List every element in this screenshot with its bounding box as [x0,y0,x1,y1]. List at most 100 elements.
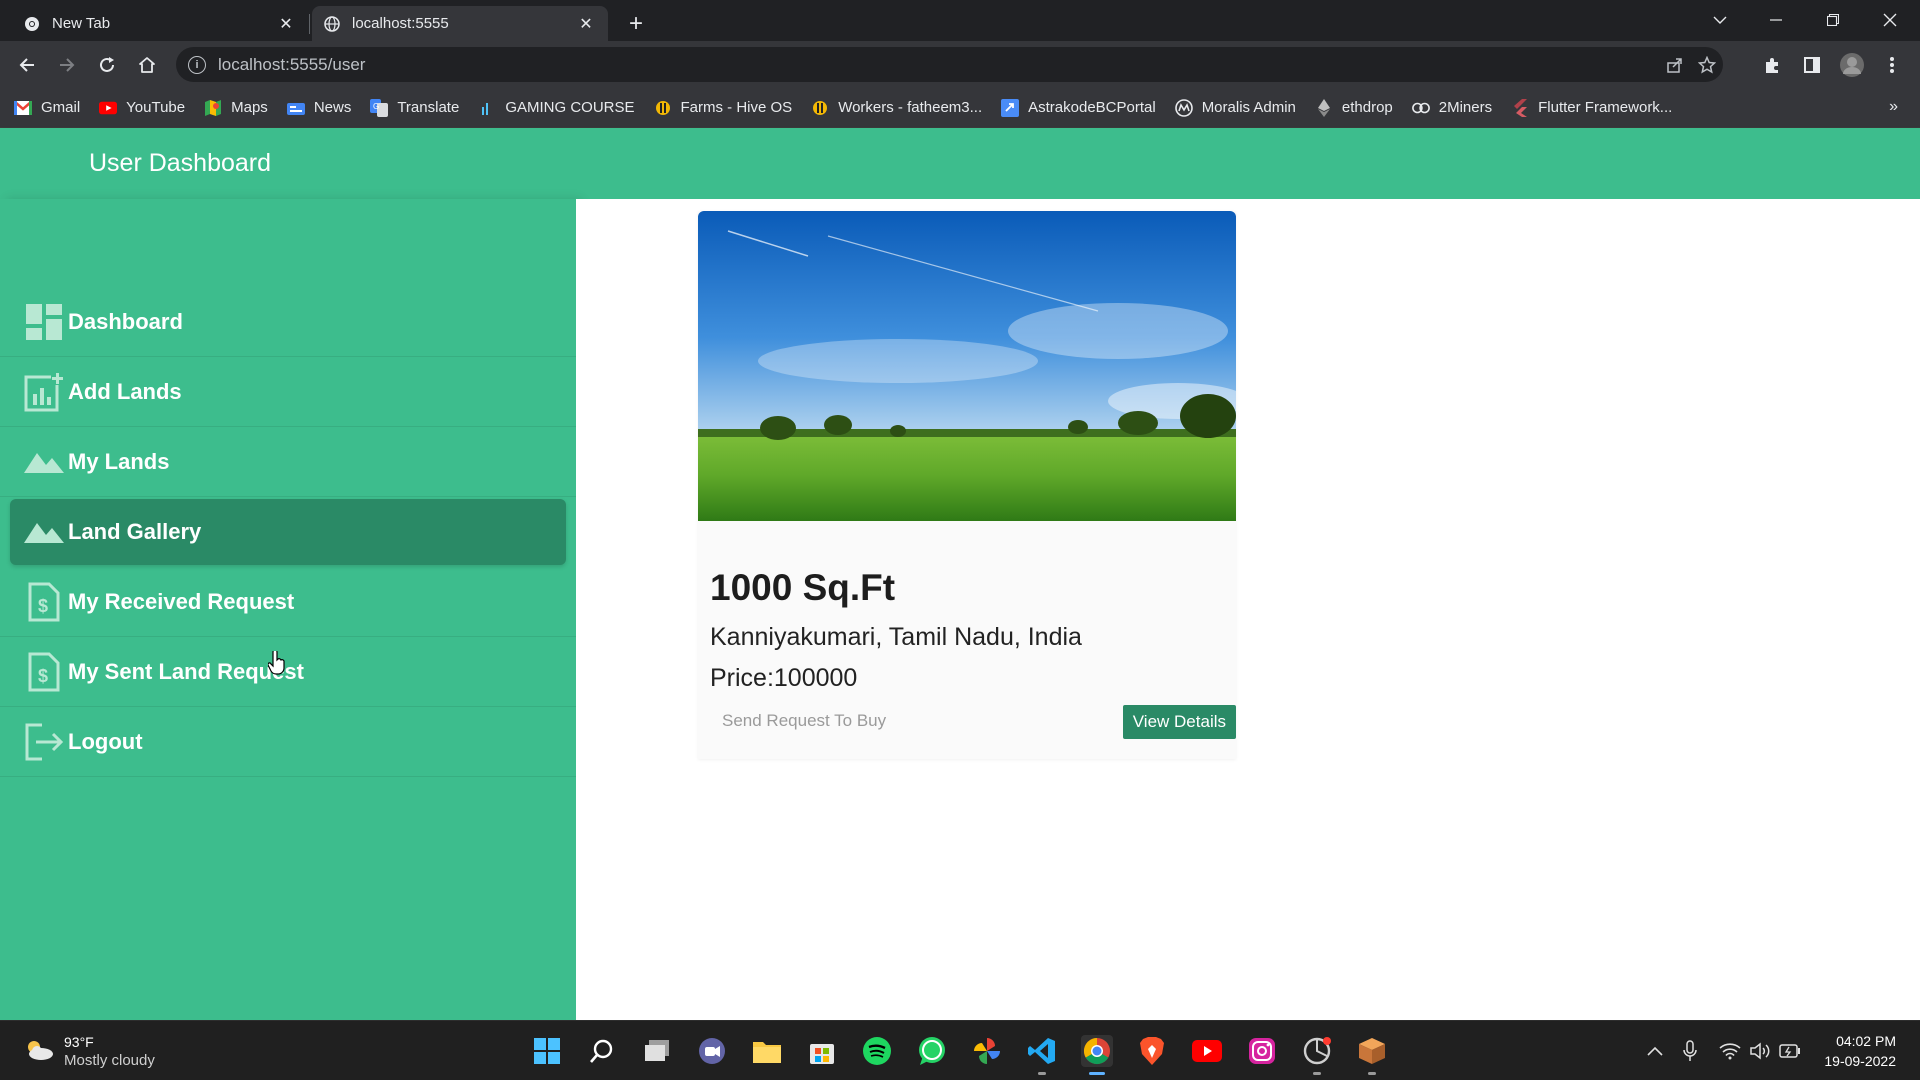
system-clock[interactable]: 04:02 PM 19-09-2022 [1824,1031,1896,1071]
tab-title: localhost:5555 [352,15,449,32]
clock-date: 19-09-2022 [1824,1053,1896,1069]
chrome-icon [24,16,40,32]
tab-localhost[interactable]: localhost:5555 ✕ [312,6,608,41]
link-icon [1001,98,1020,117]
extensions-icon[interactable] [1757,50,1787,80]
chrome-taskbar-icon[interactable] [1081,1035,1113,1075]
sidebar-item-my-lands[interactable]: My Lands [0,427,576,497]
search-icon[interactable] [586,1035,618,1067]
tab-search-icon[interactable] [1700,6,1740,34]
document-dollar-icon: $ [24,582,64,622]
bookmark-2miners[interactable]: 2Miners [1411,99,1493,116]
teams-chat-icon[interactable] [696,1035,728,1067]
youtube-icon [99,100,118,116]
bookmark-label: 2Miners [1438,99,1493,116]
wifi-icon[interactable] [1718,1039,1742,1063]
browser-toolbar: i localhost:5555/user [0,41,1920,88]
bookmark-moralis[interactable]: Moralis Admin [1174,98,1296,117]
file-explorer-icon[interactable] [751,1035,783,1067]
tab-divider [309,14,310,34]
speaker-icon[interactable] [1748,1039,1772,1063]
app-header: User Dashboard [0,128,1920,199]
package-box-icon[interactable] [1356,1035,1388,1075]
bookmarks-overflow-icon[interactable]: » [1889,98,1898,116]
close-window-button[interactable] [1870,6,1910,34]
bookmark-youtube[interactable]: YouTube [99,99,185,116]
weather-temperature: 93°F [64,1034,94,1050]
bookmark-gmail[interactable]: Gmail [14,99,80,116]
land-location: Kanniyakumari, Tamil Nadu, India [710,623,1082,651]
hive-icon [654,100,672,116]
bookmark-maps[interactable]: Maps [204,99,268,116]
sidebar-item-dashboard[interactable]: Dashboard [0,287,576,357]
hive-icon [811,100,829,116]
vscode-icon[interactable] [1026,1035,1058,1075]
bookmark-label: AstrakodeBCPortal [1028,99,1156,116]
sidebar-item-sent-request[interactable]: $ My Sent Land Request [0,637,576,707]
restore-button[interactable] [1813,6,1853,34]
star-icon[interactable] [1698,47,1716,82]
windows-taskbar: 93°F Mostly cloudy 04:02 PM 19-09-2022 [0,1020,1920,1080]
battery-icon[interactable] [1778,1039,1802,1063]
reload-icon[interactable] [92,50,122,80]
clock-time: 04:02 PM [1836,1033,1896,1049]
screen-tool-icon[interactable] [1301,1035,1333,1075]
side-panel-icon[interactable] [1797,50,1827,80]
brave-icon[interactable] [1136,1035,1168,1067]
chevron-up-icon[interactable] [1643,1039,1667,1063]
whatsapp-icon[interactable] [916,1035,948,1067]
home-icon[interactable] [132,50,162,80]
bookmark-workers[interactable]: Workers - fatheem3... [811,99,982,116]
minimize-button[interactable] [1756,6,1796,34]
bookmark-label: YouTube [126,99,186,116]
land-card: 1000 Sq.Ft Kanniyakumari, Tamil Nadu, In… [698,211,1236,759]
microsoft-store-icon[interactable] [806,1035,838,1067]
sidebar-item-label: Land Gallery [68,519,202,544]
photos-icon[interactable] [971,1035,1003,1067]
sidebar-item-received-request[interactable]: $ My Received Request [0,567,576,637]
new-tab-button[interactable]: + [622,10,650,38]
bookmark-news[interactable]: News [286,99,352,116]
close-icon[interactable]: ✕ [276,14,296,34]
bookmark-gaming-course[interactable]: GAMING COURSE [478,99,635,116]
microphone-icon[interactable] [1678,1039,1702,1063]
sidebar-item-land-gallery[interactable]: Land Gallery [10,499,566,565]
send-request-button[interactable]: Send Request To Buy [722,711,886,731]
forward-arrow-icon[interactable] [52,50,82,80]
landscape-icon [24,442,64,482]
back-arrow-icon[interactable] [12,50,42,80]
spotify-icon[interactable] [861,1035,893,1067]
flutter-icon [1511,98,1529,117]
instagram-icon[interactable] [1246,1035,1278,1067]
document-dollar-icon: $ [24,652,64,692]
close-icon[interactable]: ✕ [576,14,596,34]
svg-text:G: G [373,102,379,111]
bookmark-label: Gmail [41,99,81,116]
sidebar-item-logout[interactable]: Logout [0,707,576,777]
windows-start-icon[interactable] [531,1035,563,1067]
svg-text:$: $ [38,596,48,616]
miners-icon [1411,100,1430,116]
bookmark-label: GAMING COURSE [505,99,635,116]
view-details-button[interactable]: View Details [1122,705,1236,739]
kebab-menu-icon[interactable] [1877,50,1907,80]
translate-icon: G [370,98,389,117]
bookmark-astrakode[interactable]: AstrakodeBCPortal [1001,98,1156,117]
task-view-icon[interactable] [641,1035,673,1067]
youtube-taskbar-icon[interactable] [1191,1035,1223,1067]
weather-widget[interactable]: 93°F Mostly cloudy [24,1033,155,1071]
bookmark-farms-hive[interactable]: Farms - Hive OS [654,99,792,116]
tab-new-tab[interactable]: New Tab ✕ [12,6,308,41]
site-info-icon[interactable]: i [188,55,206,74]
share-icon[interactable] [1666,47,1684,82]
sidebar-item-add-lands[interactable]: Add Lands [0,357,576,427]
address-bar[interactable]: i localhost:5555/user [176,47,1723,82]
bookmark-label: News [313,99,352,116]
sidebar-item-label: Add Lands [68,378,182,404]
bookmark-translate[interactable]: G Translate [370,98,459,117]
profile-avatar[interactable] [1837,50,1867,80]
bookmark-label: Maps [231,99,268,116]
bookmark-flutter[interactable]: Flutter Framework... [1511,98,1672,117]
bookmark-ethdrop[interactable]: ethdrop [1315,98,1393,117]
landscape-icon [24,512,64,552]
